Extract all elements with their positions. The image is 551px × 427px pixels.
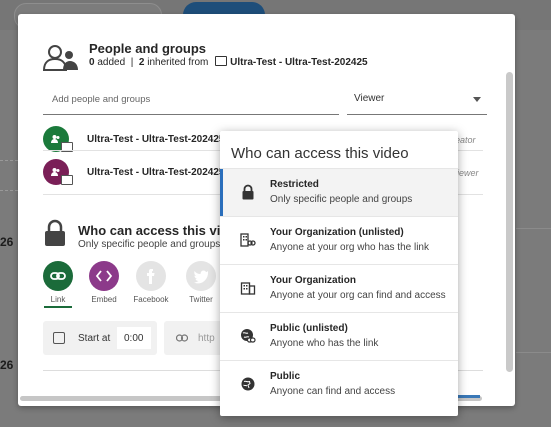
folder-icon [215, 56, 228, 66]
role-select-value: Viewer [354, 93, 385, 104]
group-avatar [43, 126, 73, 152]
member-name: Ultra-Test - Ultra-Test-202425 [87, 167, 225, 178]
access-option-public-unlisted[interactable]: Public (unlisted) Anyone who has the lin… [220, 312, 458, 361]
embed-icon [95, 270, 113, 282]
folder-icon [61, 175, 73, 185]
share-twitter-button[interactable] [186, 261, 216, 291]
people-groups-summary: 0 added | 2 inherited from Ultra-Test - … [89, 56, 368, 68]
group-avatar [43, 159, 73, 185]
lock-icon [45, 219, 65, 246]
share-facebook-button[interactable] [136, 261, 166, 291]
source-folder-name[interactable]: Ultra-Test - Ultra-Test-202425 [230, 57, 367, 68]
start-at-checkbox[interactable] [53, 332, 65, 344]
access-title: Who can access this video [78, 223, 244, 238]
people-groups-icon [43, 45, 78, 71]
link-icon [176, 334, 188, 342]
access-menu-title: Who can access this video [231, 145, 409, 162]
lock-icon [242, 184, 254, 200]
role-select[interactable]: Viewer [347, 82, 487, 115]
share-link-label: Link [50, 295, 66, 304]
globe-link-icon [241, 329, 256, 343]
globe-icon [241, 377, 255, 391]
active-tab-indicator [44, 306, 72, 308]
member-name: Ultra-Test - Ultra-Test-202425 [87, 134, 225, 145]
add-people-input[interactable]: Add people and groups [43, 82, 339, 115]
people-icon [51, 168, 60, 176]
background-row-number: 26 [0, 358, 14, 372]
people-groups-title: People and groups [89, 41, 207, 56]
start-at-group: Start at 0:00 [43, 321, 157, 355]
twitter-icon [194, 270, 208, 284]
share-url-text: http [198, 333, 215, 344]
share-url-field[interactable]: http [164, 321, 228, 355]
link-icon [50, 272, 66, 280]
caret-down-icon [473, 97, 481, 102]
access-option-public[interactable]: Public Anyone can find and access [220, 360, 458, 409]
facebook-icon [147, 269, 155, 284]
background-divider [0, 190, 18, 192]
start-at-label: Start at [78, 333, 111, 344]
background-row-number: 26 [0, 235, 14, 249]
access-option-org[interactable]: Your Organization Anyone at your org can… [220, 264, 458, 313]
background-divider [516, 228, 551, 229]
access-option-org-unlisted[interactable]: Your Organization (unlisted) Anyone at y… [220, 216, 458, 265]
focus-indicator [458, 395, 480, 398]
share-link-button[interactable] [43, 261, 73, 291]
member-role: iewer [457, 168, 479, 178]
org-icon [240, 282, 256, 295]
share-twitter-label: Twitter [189, 295, 213, 304]
share-facebook-label: Facebook [133, 295, 169, 304]
access-level-menu: Who can access this video Restricted Onl… [220, 131, 458, 416]
share-embed-button[interactable] [89, 261, 119, 291]
access-subtitle: Only specific people and groups [78, 239, 221, 250]
background-divider [0, 160, 18, 162]
people-icon [51, 135, 60, 143]
background-divider [516, 352, 551, 353]
org-link-icon [240, 233, 256, 247]
start-time-input[interactable]: 0:00 [117, 327, 151, 349]
member-role: eator [455, 135, 476, 145]
share-embed-label: Embed [91, 295, 117, 304]
vertical-scrollbar[interactable] [506, 72, 513, 372]
access-option-restricted[interactable]: Restricted Only specific people and grou… [220, 168, 458, 217]
